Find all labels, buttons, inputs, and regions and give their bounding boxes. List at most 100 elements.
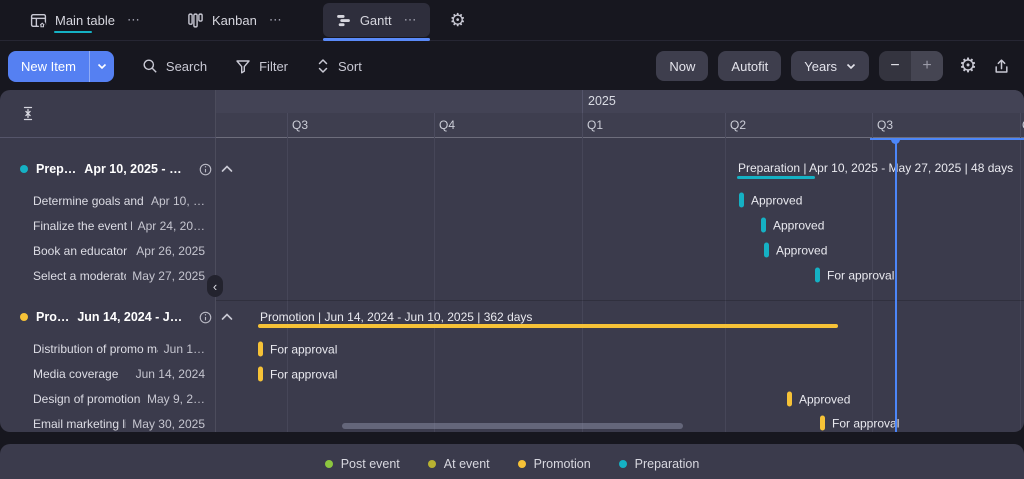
task-bar[interactable]: For approval xyxy=(820,415,900,431)
legend-item-promotion: Promotion xyxy=(517,457,591,471)
group-color-dot xyxy=(20,313,28,321)
legend-dot xyxy=(517,460,526,468)
task-name: Media coverage xyxy=(33,366,119,381)
task-bar[interactable]: Approved xyxy=(761,217,824,233)
bar-pill[interactable] xyxy=(815,267,820,283)
filter-funnel-icon xyxy=(235,59,251,74)
search-button[interactable]: Search xyxy=(142,58,207,74)
search-label: Search xyxy=(165,58,208,74)
bar-status-label: Approved xyxy=(799,392,851,406)
tab-kanban[interactable]: Kanban ⋯ xyxy=(181,3,289,37)
tab-label: Main table xyxy=(55,12,115,28)
group-separator xyxy=(216,300,1024,301)
horizontal-scrollbar[interactable] xyxy=(342,423,683,429)
bar-status-label: For approval xyxy=(270,367,338,381)
group-dates: Jun 14, 2024 - J… xyxy=(77,310,183,324)
task-name: Email marketing list xyxy=(33,416,126,431)
new-item-caret-icon[interactable] xyxy=(90,63,114,70)
search-icon xyxy=(142,58,158,74)
legend-item-post-event: Post event xyxy=(324,457,400,471)
sidebar-collapse-handle[interactable]: ‹ xyxy=(207,275,223,297)
legend-label: Post event xyxy=(340,457,400,471)
tab-gantt[interactable]: Gantt ⋯ xyxy=(322,3,430,41)
task-name: Book an educator xyxy=(33,243,128,258)
sort-button[interactable]: Sort xyxy=(316,58,362,74)
tab-menu-icon[interactable]: ⋯ xyxy=(404,12,418,28)
group-row-promotion[interactable]: Pro… Jun 14, 2024 - J… xyxy=(20,304,233,330)
task-date: Apr 26, 2025 xyxy=(136,243,205,258)
bar-status-label: Approved xyxy=(776,243,828,257)
bar-pill[interactable] xyxy=(258,366,263,382)
legend-dot xyxy=(324,460,333,468)
now-button[interactable]: Now xyxy=(656,51,709,81)
bar-pill[interactable] xyxy=(761,217,766,233)
tab-label: Gantt xyxy=(359,12,392,28)
group-bar-promotion[interactable] xyxy=(258,324,838,328)
task-row[interactable]: Finalize the event bud… Apr 24, 20… xyxy=(0,213,216,238)
toolbar-right-group: Now Autofit Years − + ⚙ xyxy=(656,51,1010,81)
bar-pill[interactable] xyxy=(739,192,744,208)
group-bar-preparation[interactable] xyxy=(737,176,815,179)
group-name: Pro… xyxy=(36,310,70,324)
zoom-level-dropdown[interactable]: Years xyxy=(791,51,870,81)
task-bar[interactable]: Approved xyxy=(764,242,828,258)
zoom-out-button[interactable]: − xyxy=(879,51,912,81)
quarter-divider xyxy=(434,113,435,138)
task-bar[interactable]: For approval xyxy=(815,267,894,283)
now-line-dot[interactable] xyxy=(891,138,900,144)
group-row-preparation[interactable]: Prep… Apr 10, 2025 - … xyxy=(20,156,232,182)
info-icon[interactable] xyxy=(198,310,213,325)
task-bar[interactable]: Approved xyxy=(787,391,851,407)
quarter-divider xyxy=(725,113,726,138)
quarter-divider xyxy=(582,113,583,138)
bar-pill[interactable] xyxy=(258,341,263,357)
gantt-settings-gear-icon[interactable]: ⚙ xyxy=(959,56,977,76)
task-row[interactable]: Book an educator Apr 26, 2025 xyxy=(0,238,216,263)
bar-pill[interactable] xyxy=(820,415,825,431)
task-date: Apr 10, … xyxy=(150,193,205,208)
task-row[interactable]: Distribution of promo mat… Jun 1… xyxy=(0,336,216,361)
gridline xyxy=(872,138,873,432)
legend-item-at-event: At event xyxy=(427,457,490,471)
task-date: May 9, 2… xyxy=(146,391,205,406)
gridline xyxy=(434,138,435,432)
task-name: Distribution of promo mat… xyxy=(33,341,158,356)
views-settings-gear-icon[interactable]: ⚙ xyxy=(450,11,466,29)
task-row[interactable]: Media coverage Jun 14, 2024 xyxy=(0,361,216,386)
filter-button[interactable]: Filter xyxy=(235,59,288,74)
bar-status-label: For approval xyxy=(832,416,900,430)
task-row[interactable]: Design of promotional … May 9, 2… xyxy=(0,386,216,411)
zoom-in-button[interactable]: + xyxy=(911,51,944,81)
collapse-all-icon[interactable] xyxy=(20,105,36,122)
task-bar[interactable]: For approval xyxy=(258,341,337,357)
task-bar[interactable]: For approval xyxy=(258,366,338,382)
autofit-button[interactable]: Autofit xyxy=(718,51,782,81)
gantt-panel: 2025 Q3 Q4 Q1 Q2 Q3 Q4 Preparatio xyxy=(0,90,1024,432)
group-summary-preparation[interactable]: Preparation | Apr 10, 2025 - May 27, 202… xyxy=(738,161,1013,175)
bar-pill[interactable] xyxy=(764,242,769,258)
group-dates: Apr 10, 2025 - … xyxy=(84,162,182,176)
group-name: Prep… xyxy=(36,162,77,176)
task-row[interactable]: Determine goals and ob… Apr 10, … xyxy=(0,188,216,213)
tab-main-table[interactable]: Main table ⋯ xyxy=(24,3,147,37)
bar-pill[interactable] xyxy=(787,391,792,407)
status-legend-bar: Post event At event Promotion Preparatio… xyxy=(0,444,1024,479)
task-bar[interactable]: Approved xyxy=(739,192,802,208)
tab-menu-icon[interactable]: ⋯ xyxy=(127,12,141,28)
info-icon[interactable] xyxy=(198,162,213,177)
task-list-sidebar: Prep… Apr 10, 2025 - … Determine goals a… xyxy=(0,90,233,432)
quarter-label: Q1 xyxy=(587,118,604,132)
task-name: Determine goals and ob… xyxy=(33,193,145,208)
table-home-icon xyxy=(30,12,47,29)
task-row[interactable]: Select a moderator May 27, 2025 xyxy=(0,263,216,288)
new-item-button[interactable]: New Item xyxy=(8,50,114,82)
timeline-quarter-row: Q3 Q4 Q1 Q2 Q3 Q4 xyxy=(216,113,1024,138)
collapse-group-chevron-icon[interactable] xyxy=(221,313,233,321)
group-summary-promotion[interactable]: Promotion | Jun 14, 2024 - Jun 10, 2025 … xyxy=(260,310,532,324)
collapse-group-chevron-icon[interactable] xyxy=(221,165,233,173)
task-row[interactable]: Email marketing list May 30, 2025 xyxy=(0,411,216,432)
quarter-label: Q4 xyxy=(439,118,456,132)
tab-menu-icon[interactable]: ⋯ xyxy=(269,12,283,28)
board-toolbar: New Item Search Filter Sort Now Autofit … xyxy=(0,42,1024,90)
export-icon[interactable] xyxy=(993,58,1010,75)
